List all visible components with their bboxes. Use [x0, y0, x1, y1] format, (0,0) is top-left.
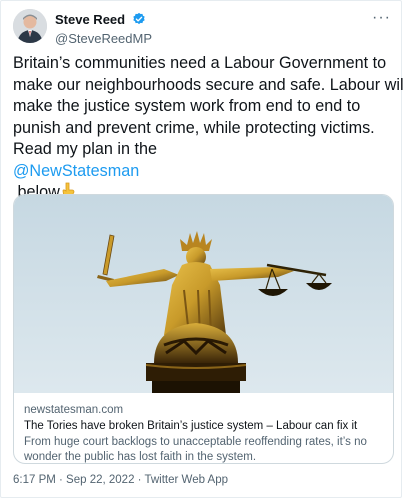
link-headline[interactable]: The Tories have broken Britain’s justice…: [24, 419, 386, 434]
tweet-text-line: Britain’s communities need a Labour Gove…: [13, 54, 387, 72]
mention-link[interactable]: @NewStatesman: [13, 162, 139, 180]
tweet-header: Steve Reed @SteveReedMP ···: [13, 9, 393, 49]
display-name[interactable]: Steve Reed: [55, 12, 125, 27]
tweet-text-line: Read my plan in the: [13, 140, 157, 158]
tweet-text-line: make the justice system work from end to…: [13, 97, 361, 115]
link-meta: newstatesman.com The Tories have broken …: [24, 403, 386, 463]
tweet-text-line: punish and prevent crime, while protecti…: [13, 118, 375, 137]
avatar[interactable]: [13, 9, 47, 43]
more-options-icon[interactable]: ···: [372, 9, 391, 27]
name-block: Steve Reed @SteveReedMP: [55, 11, 152, 47]
verified-badge-icon: [132, 12, 146, 31]
tweet-text-line: make our neighbourhoods secure and safe.…: [13, 75, 404, 94]
tweet-text: Britain’s communities need a Labour Gove…: [13, 53, 404, 206]
user-handle[interactable]: @SteveReedMP: [55, 31, 152, 47]
link-preview-card[interactable]: newstatesman.com The Tories have broken …: [13, 194, 394, 464]
link-domain: newstatesman.com: [24, 404, 124, 416]
link-description: From huge court backlogs to unacceptable…: [24, 436, 367, 463]
tweet-card: Steve Reed @SteveReedMP ··· Britain’s co…: [0, 0, 404, 498]
tweet-timestamp[interactable]: 6:17 PM · Sep 22, 2022 · Twitter Web App: [13, 474, 228, 486]
lady-justice-statue-image: [14, 195, 393, 393]
